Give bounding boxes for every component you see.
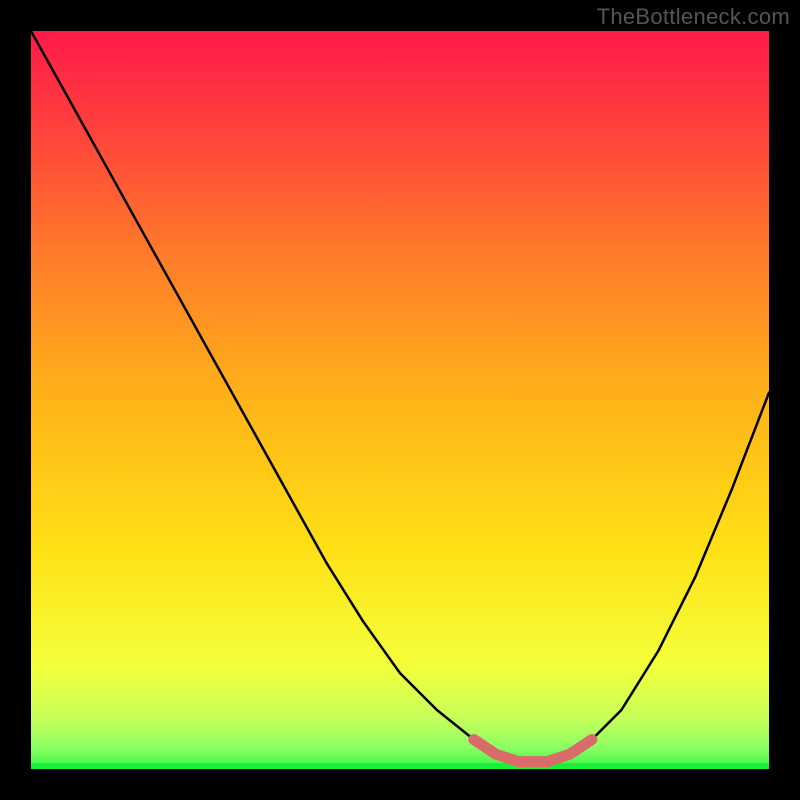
watermark-text: TheBottleneck.com (597, 4, 790, 30)
chart-frame: TheBottleneck.com (0, 0, 800, 800)
chart-svg (31, 31, 769, 769)
plot-area (31, 31, 769, 769)
gradient-background (31, 31, 769, 769)
baseline-green-strip (31, 763, 769, 769)
